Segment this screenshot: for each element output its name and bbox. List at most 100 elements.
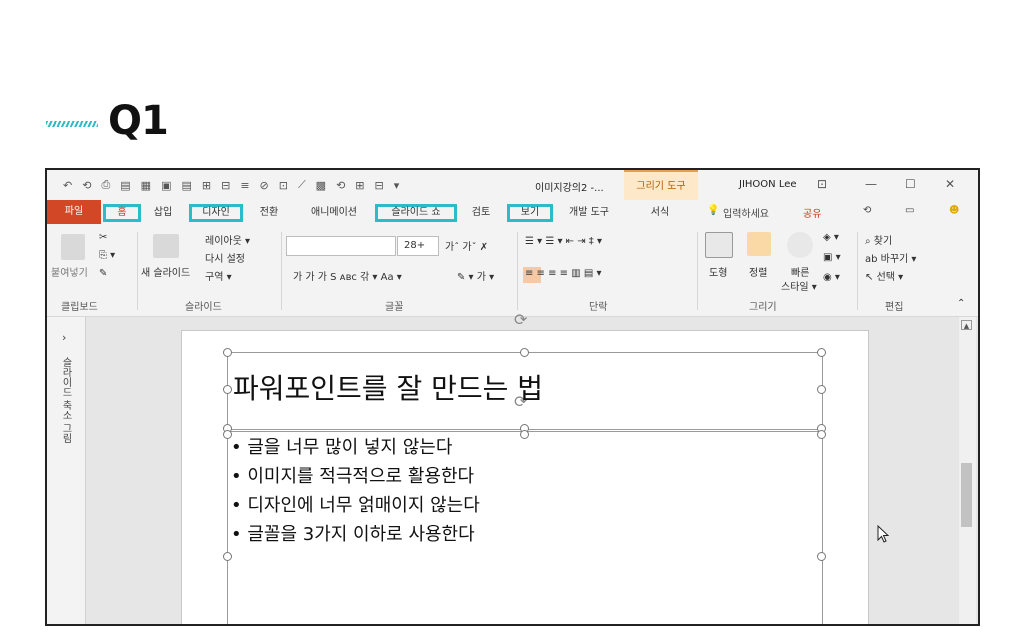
feedback-smile-icon[interactable]: ☻ (949, 205, 959, 216)
mouse-cursor-icon (877, 525, 890, 543)
shapes-button[interactable]: 도형 (709, 264, 727, 279)
resize-handle[interactable] (817, 348, 826, 357)
tab-file[interactable]: 파일 (47, 200, 101, 224)
quick-access-toolbar: ↶ ⟲ ⎙ ▤ ▦ ▣ ▤ ⊞ ⊟ ≡ ⊘ ⊡ ⟋ ▩ ⟲ ⊞ ⊟ ▾ (63, 170, 399, 200)
tell-me-input[interactable]: 입력하세요 (723, 205, 769, 220)
find-button[interactable]: ⌕ 찾기 (865, 232, 892, 247)
section-button[interactable]: 구역 ▾ (205, 268, 232, 283)
share-button[interactable]: 공유 (803, 205, 821, 220)
tab-animations[interactable]: 애니메이션 (297, 204, 371, 222)
font-size-input[interactable]: 28+ (397, 236, 439, 256)
qat-icon[interactable]: ⊟ (221, 179, 230, 192)
drawing-tools-context: 그리기 도구 (624, 170, 698, 200)
cut-icon[interactable]: ✂ (99, 232, 107, 243)
paste-icon[interactable] (61, 234, 85, 260)
history-icon[interactable]: ⟲ (863, 205, 871, 216)
group-label-drawing: 그리기 (749, 302, 777, 313)
paste-button[interactable]: 붙여넣기 (51, 264, 88, 279)
new-slide-icon[interactable] (153, 234, 179, 258)
slide-title-text[interactable]: 파워포인트를 잘 만드는 법 (233, 367, 543, 407)
arrange-button[interactable]: 정렬 (749, 264, 767, 279)
reset-button[interactable]: 다시 설정 (205, 250, 245, 265)
group-divider (137, 232, 138, 310)
qat-icon[interactable]: ▾ (394, 179, 400, 192)
replace-button[interactable]: ab 바꾸기 ▾ (865, 250, 916, 265)
tab-home[interactable]: 홈 (103, 204, 141, 222)
find-label: 찾기 (873, 236, 893, 247)
shapes-icon[interactable] (705, 232, 733, 258)
qat-icon[interactable]: ⊞ (202, 179, 211, 192)
tab-view[interactable]: 보기 (507, 204, 553, 222)
qat-icon[interactable]: ▤ (181, 179, 191, 192)
select-label: 선택 ▾ (876, 272, 904, 283)
qat-icon[interactable]: ⊟ (375, 179, 384, 192)
qat-icon[interactable]: ↶ (63, 179, 72, 192)
title-bar: ↶ ⟲ ⎙ ▤ ▦ ▣ ▤ ⊞ ⊟ ≡ ⊘ ⊡ ⟋ ▩ ⟲ ⊞ ⊟ ▾ 이미지강… (47, 170, 978, 200)
qat-icon[interactable]: ⟲ (82, 179, 91, 192)
qat-icon[interactable]: ⊞ (355, 179, 364, 192)
resize-handle[interactable] (817, 385, 826, 394)
tab-slideshow[interactable]: 슬라이드 쇼 (375, 204, 457, 222)
qat-icon[interactable]: ▣ (161, 179, 171, 192)
bullets-icon[interactable]: ☰ ▾ ☰ ▾ ⇤ ⇥ ‡ ▾ (525, 236, 602, 247)
qat-icon[interactable]: ▩ (316, 179, 326, 192)
font-name-input[interactable] (286, 236, 396, 256)
minimize-icon[interactable]: — (865, 177, 877, 191)
tab-insert[interactable]: 삽입 (145, 204, 181, 222)
copy-icon[interactable]: ⎘ ▾ (99, 250, 115, 261)
maximize-icon[interactable]: ☐ (905, 177, 916, 191)
expand-thumbnails-icon[interactable]: › (62, 331, 66, 344)
resize-handle[interactable] (223, 552, 232, 561)
qat-icon[interactable]: ▤ (120, 179, 130, 192)
scroll-up-icon[interactable]: ▲ (961, 320, 972, 330)
qat-icon[interactable]: ⊘ (260, 179, 269, 192)
group-divider (517, 232, 518, 310)
resize-handle[interactable] (223, 348, 232, 357)
qat-icon[interactable]: ⎙ (101, 178, 110, 192)
ribbon-tabs: 파일 홈 삽입 디자인 전환 애니메이션 슬라이드 쇼 검토 보기 개발 도구 … (47, 200, 978, 224)
document-title: 이미지강의2 -... (535, 183, 604, 194)
user-name[interactable]: JIHOON Lee (739, 179, 797, 190)
qat-icon[interactable]: ≡ (240, 179, 249, 192)
replace-label: 바꾸기 ▾ (880, 254, 917, 265)
qat-icon[interactable]: ▦ (141, 179, 151, 192)
group-label-editing: 편집 (885, 302, 904, 313)
resize-handle[interactable] (520, 348, 529, 357)
shape-effects-icon[interactable]: ◉ ▾ (823, 272, 840, 283)
resize-handle[interactable] (817, 430, 826, 439)
scrollbar-thumb[interactable] (961, 463, 972, 527)
quick-styles-icon[interactable] (787, 232, 813, 258)
highlight-color-icon[interactable]: ✎ ▾ 가 ▾ (457, 268, 494, 283)
resize-handle[interactable] (817, 552, 826, 561)
select-button[interactable]: ↖ 선택 ▾ (865, 268, 903, 283)
tab-developer[interactable]: 개발 도구 (559, 204, 619, 222)
font-format-row[interactable]: 가 가 가 S ᴀʙᴄ 갂 ▾ Aa ▾ (293, 268, 402, 283)
ribbon-options-icon[interactable]: ⊡ (817, 177, 827, 191)
tab-format[interactable]: 서식 (637, 204, 683, 222)
close-icon[interactable]: ✕ (945, 177, 955, 191)
grow-shrink-font-icon[interactable]: 가ˆ 가ˇ ✗ (445, 238, 488, 253)
collapse-ribbon-icon[interactable]: ⌃ (957, 298, 965, 309)
quick-styles-button[interactable]: 스타일 ▾ (781, 278, 817, 293)
rotate-handle-icon[interactable]: ⟳ (514, 310, 527, 329)
tab-design[interactable]: 디자인 (189, 204, 243, 222)
resize-handle[interactable] (520, 430, 529, 439)
bullet-item: 글을 너무 많이 넣지 않는다 (231, 433, 480, 462)
format-painter-icon[interactable]: ✎ (99, 268, 107, 279)
tab-transitions[interactable]: 전환 (249, 204, 289, 222)
shape-outline-icon[interactable]: ▣ ▾ (823, 252, 841, 263)
slide-bullet-list[interactable]: 글을 너무 많이 넣지 않는다 이미지를 적극적으로 활용한다 디자인에 너무 … (231, 433, 480, 549)
group-divider (697, 232, 698, 310)
layout-button[interactable]: 레이아웃 ▾ (205, 232, 250, 247)
arrange-icon[interactable] (747, 232, 771, 256)
align-icons[interactable]: ≡ ≡ ≡ ≡ ▥ ▤ ▾ (525, 268, 602, 279)
new-slide-button[interactable]: 새 슬라이드 (141, 264, 190, 279)
qat-icon[interactable]: ⊡ (279, 179, 288, 192)
comment-icon[interactable]: ▭ (905, 205, 914, 216)
tab-review[interactable]: 검토 (461, 204, 501, 222)
quick-styles-label[interactable]: 빠른 (791, 264, 809, 279)
qat-icon[interactable]: ⟲ (336, 179, 345, 192)
qat-icon[interactable]: ⟋ (298, 178, 306, 192)
shape-fill-icon[interactable]: ◈ ▾ (823, 232, 839, 243)
resize-handle[interactable] (223, 385, 232, 394)
